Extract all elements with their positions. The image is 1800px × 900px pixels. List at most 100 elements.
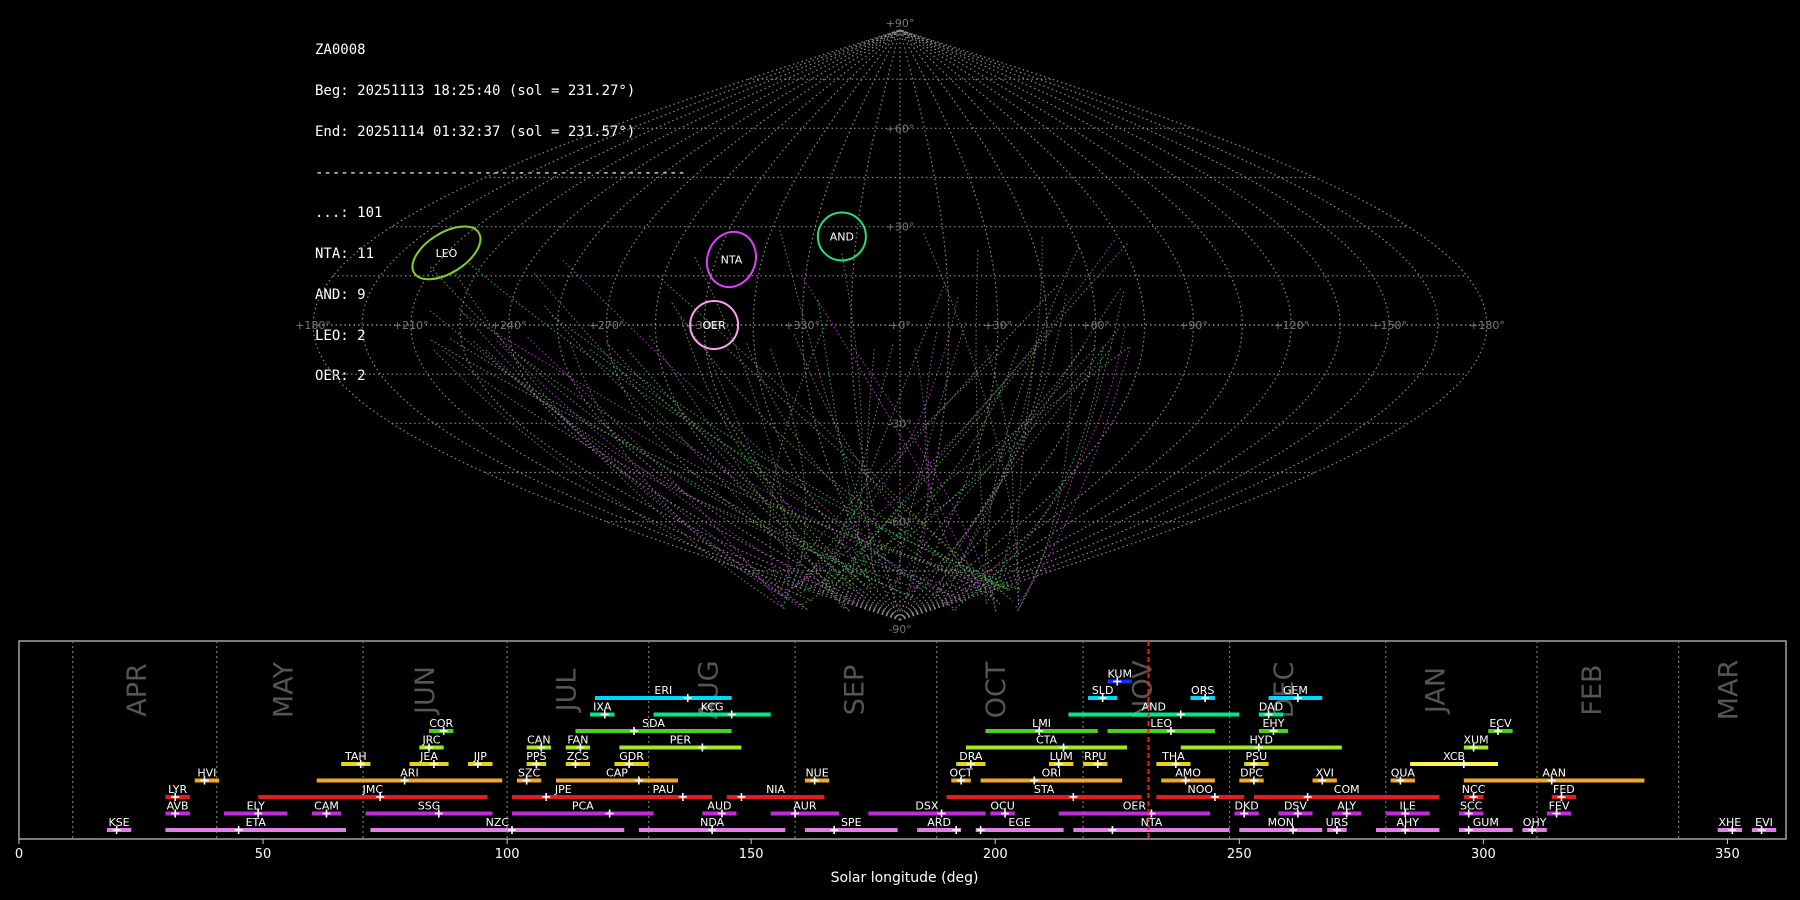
shower-label: XVI bbox=[1316, 767, 1334, 780]
shower-label: NZC bbox=[486, 816, 510, 829]
shower-label: ORS bbox=[1191, 684, 1214, 697]
shower-label: STA bbox=[1034, 783, 1055, 796]
x-tick-label: 100 bbox=[495, 847, 520, 862]
shower-label: OER bbox=[1123, 800, 1147, 813]
shower-label: AUR bbox=[793, 800, 817, 813]
x-tick-label: 150 bbox=[739, 847, 764, 862]
shower-label: NIA bbox=[766, 783, 785, 796]
shower-label: MON bbox=[1268, 816, 1294, 829]
shower-label: GEM bbox=[1283, 684, 1308, 697]
shower-label: KSE bbox=[108, 816, 129, 829]
shower-label: NUE bbox=[805, 767, 828, 780]
shower-label: SDA bbox=[642, 717, 665, 730]
shower-label: RPU bbox=[1084, 750, 1106, 763]
shower-label: ZCS bbox=[567, 750, 589, 763]
shower-label: COM bbox=[1334, 783, 1360, 796]
shower-label: LEO bbox=[1150, 717, 1172, 730]
shower-label: NDA bbox=[700, 816, 725, 829]
shower-label: ORI bbox=[1042, 767, 1062, 780]
shower-label: EHY bbox=[1262, 717, 1284, 730]
x-tick-label: 300 bbox=[1471, 847, 1496, 862]
x-tick-label: 50 bbox=[255, 847, 272, 862]
shower-label: AND bbox=[1142, 701, 1166, 714]
shower-label: DAD bbox=[1259, 701, 1283, 714]
shower-label: LMI bbox=[1032, 717, 1051, 730]
shower-label: JIP bbox=[473, 750, 487, 763]
shower-label: FED bbox=[1553, 783, 1575, 796]
shower-label: PPS bbox=[526, 750, 546, 763]
shower-label: XHE bbox=[1718, 816, 1741, 829]
shower-label: GUM bbox=[1473, 816, 1499, 829]
shower-label: CAN bbox=[527, 734, 550, 747]
month-label: MAR bbox=[1713, 660, 1744, 721]
shower-label: CTA bbox=[1036, 734, 1058, 747]
shower-label: ARD bbox=[927, 816, 951, 829]
shower-label: XUM bbox=[1464, 734, 1489, 747]
month-label: FEB bbox=[1577, 664, 1608, 715]
shower-label: ARI bbox=[400, 767, 418, 780]
shower-label: KCG bbox=[701, 701, 724, 714]
shower-label: EGE bbox=[1008, 816, 1030, 829]
shower-label: JPE bbox=[554, 783, 572, 796]
month-label: SEP bbox=[840, 665, 871, 715]
shower-label: PCA bbox=[572, 800, 594, 813]
shower-label: URS bbox=[1326, 816, 1349, 829]
shower-label: HVI bbox=[197, 767, 216, 780]
shower-label: DSV bbox=[1284, 800, 1307, 813]
shower-label: SLD bbox=[1092, 684, 1114, 697]
x-tick-label: 350 bbox=[1715, 847, 1740, 862]
shower-label: DPC bbox=[1240, 767, 1263, 780]
shower-label: SSG bbox=[418, 800, 441, 813]
shower-label: ALY bbox=[1337, 800, 1356, 813]
shower-label: IXA bbox=[593, 701, 612, 714]
month-label: MAY bbox=[269, 661, 300, 718]
shower-label: NCC bbox=[1462, 783, 1486, 796]
shower-label: XCB bbox=[1443, 750, 1465, 763]
shower-label: JEA bbox=[419, 750, 438, 763]
shower-label: SZC bbox=[518, 767, 541, 780]
shower-label: CAM bbox=[314, 800, 339, 813]
shower-label: OHY bbox=[1523, 816, 1547, 829]
shower-label: SPE bbox=[841, 816, 862, 829]
shower-label: THA bbox=[1161, 750, 1185, 763]
shower-label: JRC bbox=[421, 734, 440, 747]
x-axis-label: Solar longitude (deg) bbox=[831, 870, 979, 886]
shower-label: ECV bbox=[1489, 717, 1512, 730]
shower-label: DRA bbox=[959, 750, 983, 763]
month-label: APR bbox=[122, 663, 153, 717]
shower-label: NTA bbox=[1141, 816, 1163, 829]
shower-label: PAU bbox=[653, 783, 675, 796]
shower-label: ELY bbox=[247, 800, 266, 813]
shower-label: AMO bbox=[1175, 767, 1201, 780]
shower-label: LYR bbox=[168, 783, 187, 796]
month-label: JUN bbox=[410, 666, 441, 716]
shower-label: EVI bbox=[1755, 816, 1773, 829]
shower-label: OCU bbox=[990, 800, 1014, 813]
shower-label: DSX bbox=[915, 800, 938, 813]
shower-label: TAH bbox=[344, 750, 367, 763]
shower-label: NOO bbox=[1187, 783, 1213, 796]
month-label: JAN bbox=[1421, 667, 1452, 715]
shower-label: FEV bbox=[1549, 800, 1570, 813]
shower-label: ETA bbox=[246, 816, 267, 829]
shower-label: KUM bbox=[1107, 668, 1131, 681]
shower-label: ERI bbox=[654, 684, 672, 697]
shower-label: LUM bbox=[1050, 750, 1073, 763]
shower-label: CAP bbox=[606, 767, 628, 780]
shower-label: OCT bbox=[950, 767, 973, 780]
x-tick-label: 250 bbox=[1227, 847, 1252, 862]
shower-label: COR bbox=[429, 717, 453, 730]
shower-label: PER bbox=[670, 734, 692, 747]
month-label: JUL bbox=[552, 669, 583, 714]
shower-label: HYD bbox=[1250, 734, 1273, 747]
shower-label: QUA bbox=[1391, 767, 1416, 780]
x-tick-label: 200 bbox=[983, 847, 1008, 862]
shower-label: SCC bbox=[1460, 800, 1483, 813]
shower-label: AAN bbox=[1542, 767, 1566, 780]
shower-label: PSU bbox=[1246, 750, 1268, 763]
x-tick-label: 0 bbox=[15, 847, 23, 862]
shower-label: GDR bbox=[619, 750, 644, 763]
shower-label: DKD bbox=[1235, 800, 1259, 813]
month-label: OCT bbox=[981, 661, 1012, 718]
shower-label: AUD bbox=[707, 800, 731, 813]
